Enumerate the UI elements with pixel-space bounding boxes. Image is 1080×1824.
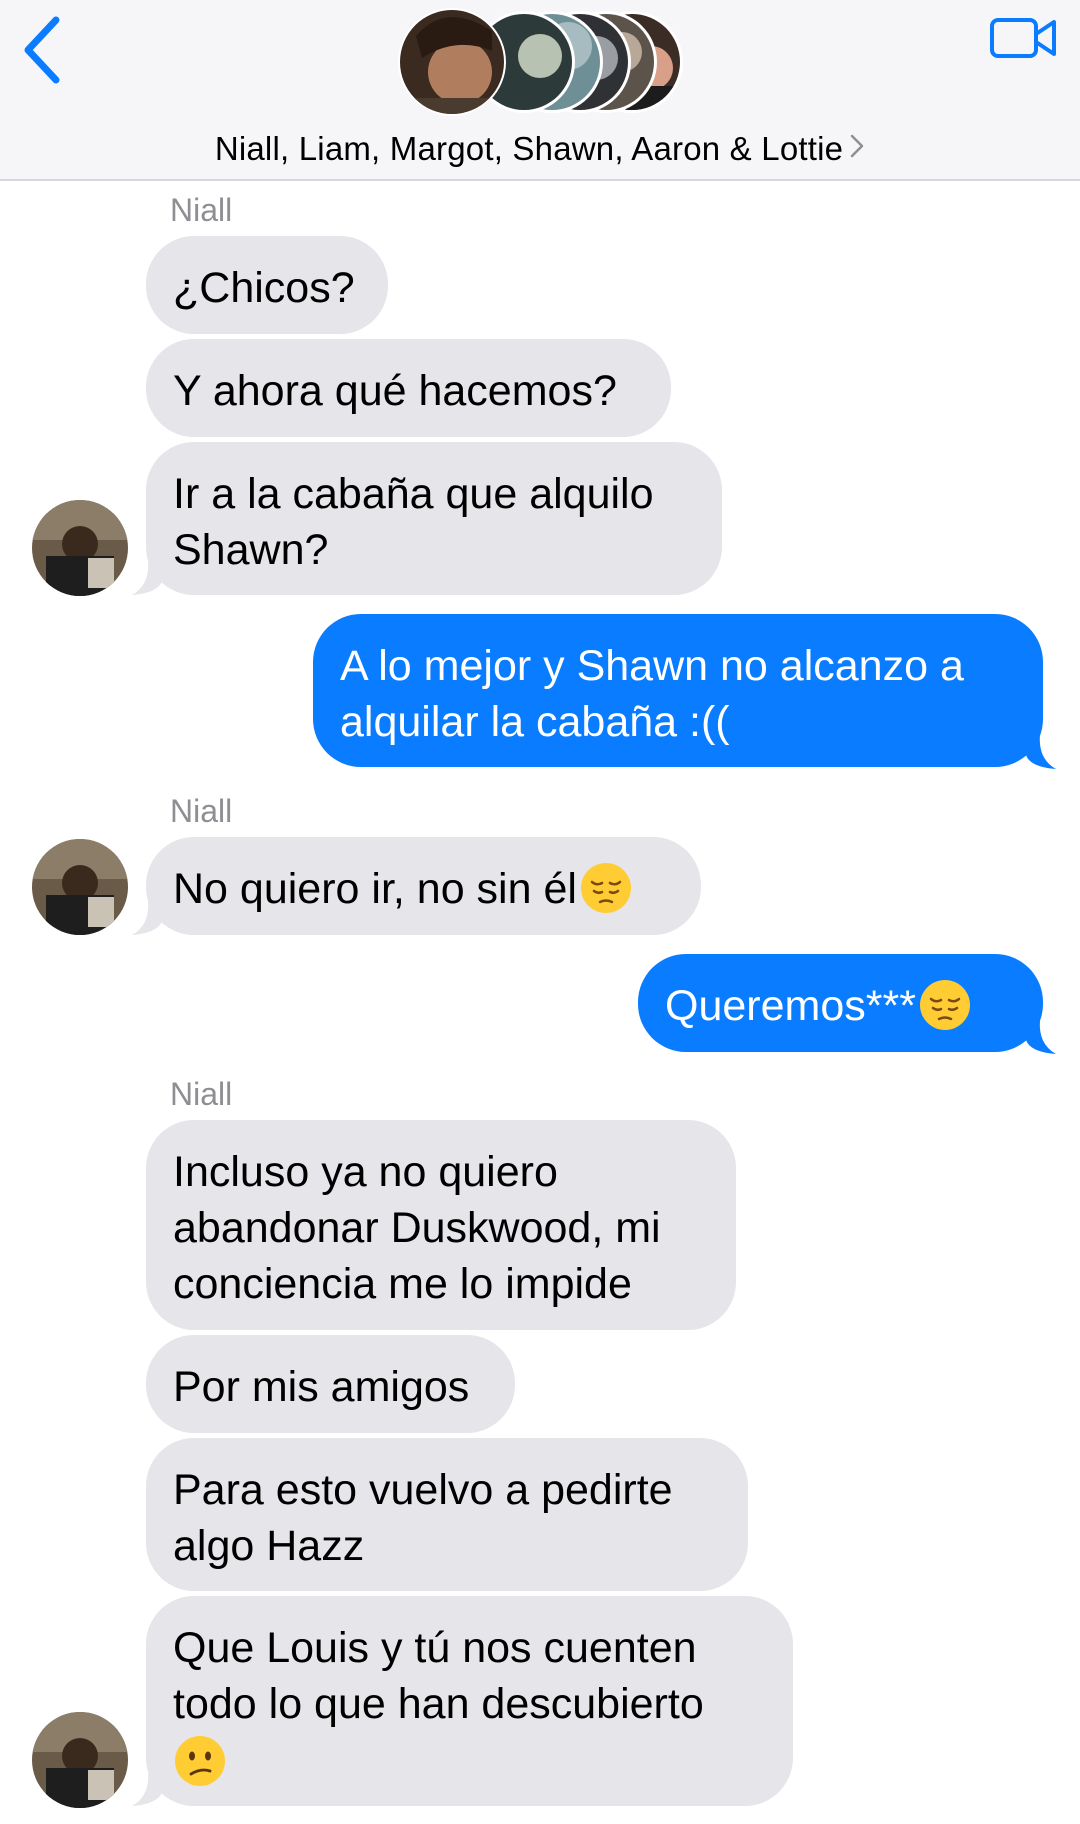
group-avatars[interactable] bbox=[396, 6, 686, 118]
message-bubble-outgoing[interactable]: A lo mejor y Shawn no alcanzo a alquilar… bbox=[313, 614, 1043, 767]
pensive-face-emoji bbox=[580, 862, 631, 913]
pensive-face-emoji bbox=[919, 979, 970, 1030]
message-text-line: Ir a la cabaña que alquilo bbox=[173, 470, 654, 518]
message-text-line: alquilar la cabaña :(( bbox=[340, 698, 730, 746]
niall-avatar-photo bbox=[32, 1712, 128, 1808]
message-bubble-incoming[interactable]: Que Louis y tú nos cuenten todo lo que h… bbox=[146, 1596, 793, 1806]
message-text: No quiero ir, no sin él bbox=[173, 865, 577, 913]
sender-name: Niall bbox=[170, 192, 233, 228]
bubble-tail bbox=[1026, 1020, 1056, 1054]
bubble-tail bbox=[132, 561, 162, 595]
message-text-line: Que Louis y tú nos cuenten bbox=[173, 1624, 697, 1672]
avatar[interactable] bbox=[32, 839, 128, 935]
message-text-line: Incluso ya no quiero bbox=[173, 1148, 558, 1196]
sender-name: Niall bbox=[170, 1076, 233, 1112]
bubble-tail bbox=[132, 1772, 162, 1806]
message-text-line: A lo mejor y Shawn no alcanzo a bbox=[340, 642, 964, 690]
video-camera-icon bbox=[990, 18, 1056, 58]
message-text-line: todo lo que han descubierto bbox=[173, 1680, 704, 1728]
chevron-left-icon bbox=[24, 16, 60, 84]
bubble-tail bbox=[1026, 735, 1056, 769]
avatar-niall bbox=[398, 8, 506, 116]
message-bubble-incoming[interactable]: Por mis amigos bbox=[146, 1335, 515, 1433]
back-button[interactable] bbox=[18, 10, 78, 90]
message-text-line: conciencia me lo impide bbox=[173, 1260, 632, 1308]
group-title-label: Niall, Liam, Margot, Shawn, Aaron & Lott… bbox=[214, 130, 844, 167]
message-emoji-line bbox=[173, 1732, 766, 1790]
niall-avatar-photo bbox=[32, 500, 128, 596]
message-bubble-incoming[interactable]: ¿Chicos? bbox=[146, 236, 388, 334]
confused-face-emoji bbox=[175, 1735, 225, 1786]
message-bubble-incoming[interactable]: Y ahora qué hacemos? bbox=[146, 339, 671, 437]
message-bubble-outgoing[interactable]: Queremos*** bbox=[638, 954, 1043, 1052]
message-bubble-incoming[interactable]: No quiero ir, no sin él bbox=[146, 837, 701, 935]
message-text: Por mis amigos bbox=[173, 1363, 470, 1411]
video-call-button[interactable] bbox=[988, 12, 1060, 64]
message-bubble-incoming[interactable]: Ir a la cabaña que alquilo Shawn? bbox=[146, 442, 722, 595]
message-bubble-incoming[interactable]: Para esto vuelvo a pedirte algo Hazz bbox=[146, 1438, 748, 1591]
chevron-right-icon bbox=[849, 129, 865, 167]
conversation-header: Niall, Liam, Margot, Shawn, Aaron & Lott… bbox=[0, 0, 1080, 181]
message-text: Queremos*** bbox=[665, 982, 916, 1030]
message-bubble-incoming[interactable]: Incluso ya no quiero abandonar Duskwood,… bbox=[146, 1120, 736, 1330]
niall-avatar-photo bbox=[32, 839, 128, 935]
message-text-line: Para esto vuelvo a pedirte bbox=[173, 1466, 673, 1514]
group-title[interactable]: Niall, Liam, Margot, Shawn, Aaron & Lott… bbox=[0, 130, 1080, 170]
message-text: ¿Chicos? bbox=[173, 264, 355, 312]
message-text-line: Shawn? bbox=[173, 526, 329, 574]
bubble-tail bbox=[132, 901, 162, 935]
avatar[interactable] bbox=[32, 500, 128, 596]
message-text: Y ahora qué hacemos? bbox=[173, 367, 617, 415]
message-text-line: algo Hazz bbox=[173, 1522, 365, 1570]
sender-name: Niall bbox=[170, 793, 233, 829]
avatar[interactable] bbox=[32, 1712, 128, 1808]
message-text-line: abandonar Duskwood, mi bbox=[173, 1204, 661, 1252]
